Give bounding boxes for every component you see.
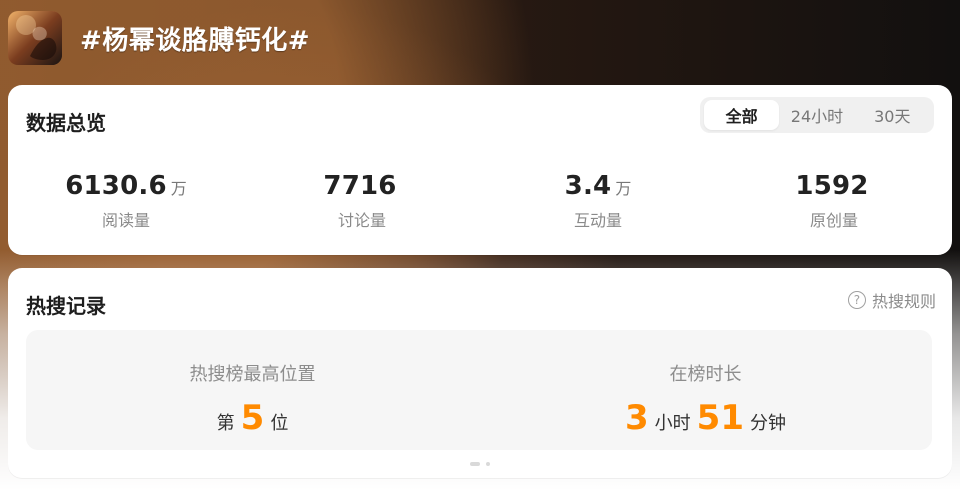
peak-position: 热搜榜最高位置 第 5 位 — [26, 330, 479, 450]
stat-interactions-unit: 万 — [615, 179, 632, 198]
overview-title: 数据总览 — [26, 111, 106, 135]
time-on-list-hours: 3 — [625, 398, 649, 438]
peak-position-label: 热搜榜最高位置 — [189, 364, 316, 385]
stat-reads: 6130.6 万 阅读量 — [8, 171, 244, 231]
question-circle-icon: ? — [847, 291, 866, 309]
stat-interactions-main: 3.4 万 — [480, 171, 716, 201]
stat-interactions-label: 互动量 — [573, 211, 622, 230]
stat-discussions-value: 7716 — [323, 171, 397, 201]
data-overview-card: 数据总览 全部 24小时 30天 6130.6 万 阅读量 7716 讨论量 3… — [8, 85, 952, 255]
hot-record-title: 热搜记录 — [26, 294, 106, 318]
stat-discussions-main: 7716 — [244, 171, 480, 201]
time-on-list-minutes-unit: 分钟 — [750, 413, 786, 434]
hot-record-panel: 热搜榜最高位置 第 5 位 在榜时长 3 小时 51 分钟 — [26, 330, 932, 450]
stat-originals-main: 1592 — [716, 171, 952, 201]
avatar-image — [8, 11, 62, 65]
topic-header: #杨幂谈胳膊钙化# — [8, 10, 952, 66]
time-on-list-value: 3 小时 51 分钟 — [479, 398, 932, 438]
stat-originals: 1592 原创量 — [716, 171, 952, 231]
pager-dot — [486, 462, 490, 466]
topic-avatar — [8, 11, 62, 65]
hot-search-record-card: 热搜记录 ? 热搜规则 热搜榜最高位置 第 5 位 在榜时长 3 小时 51 分… — [8, 268, 952, 478]
tab-24h[interactable]: 24小时 — [779, 100, 854, 130]
stat-originals-label: 原创量 — [809, 211, 858, 230]
pager-dots — [470, 462, 490, 466]
time-on-list-minutes: 51 — [696, 398, 744, 438]
tab-all[interactable]: 全部 — [704, 100, 780, 130]
peak-position-prefix: 第 — [216, 413, 235, 434]
peak-position-value: 第 5 位 — [26, 398, 479, 438]
stat-interactions-value: 3.4 — [564, 171, 612, 201]
stat-reads-unit: 万 — [170, 179, 187, 198]
time-on-list: 在榜时长 3 小时 51 分钟 — [479, 330, 932, 450]
topic-title: #杨幂谈胳膊钙化# — [80, 25, 311, 56]
stat-discussions-label: 讨论量 — [337, 211, 386, 230]
stat-originals-value: 1592 — [795, 171, 869, 201]
stat-reads-label: 阅读量 — [101, 211, 150, 230]
hot-search-rules-label: 热搜规则 — [871, 292, 936, 311]
peak-position-suffix: 位 — [270, 413, 289, 434]
time-on-list-label: 在榜时长 — [669, 364, 742, 385]
stat-reads-value: 6130.6 — [65, 171, 167, 201]
stat-discussions: 7716 讨论量 — [244, 171, 480, 231]
hot-search-rules-link[interactable]: ? 热搜规则 — [847, 288, 936, 312]
stat-interactions: 3.4 万 互动量 — [480, 171, 716, 231]
stat-reads-main: 6130.6 万 — [8, 171, 244, 201]
peak-position-number: 5 — [240, 398, 265, 438]
overview-stats: 6130.6 万 阅读量 7716 讨论量 3.4 万 互动量 1592 原创量 — [8, 171, 952, 231]
pager-dot-active — [470, 462, 480, 466]
time-on-list-hours-unit: 小时 — [654, 413, 691, 434]
tab-30d[interactable]: 30天 — [855, 100, 930, 130]
time-range-tabs: 全部 24小时 30天 — [700, 97, 934, 133]
